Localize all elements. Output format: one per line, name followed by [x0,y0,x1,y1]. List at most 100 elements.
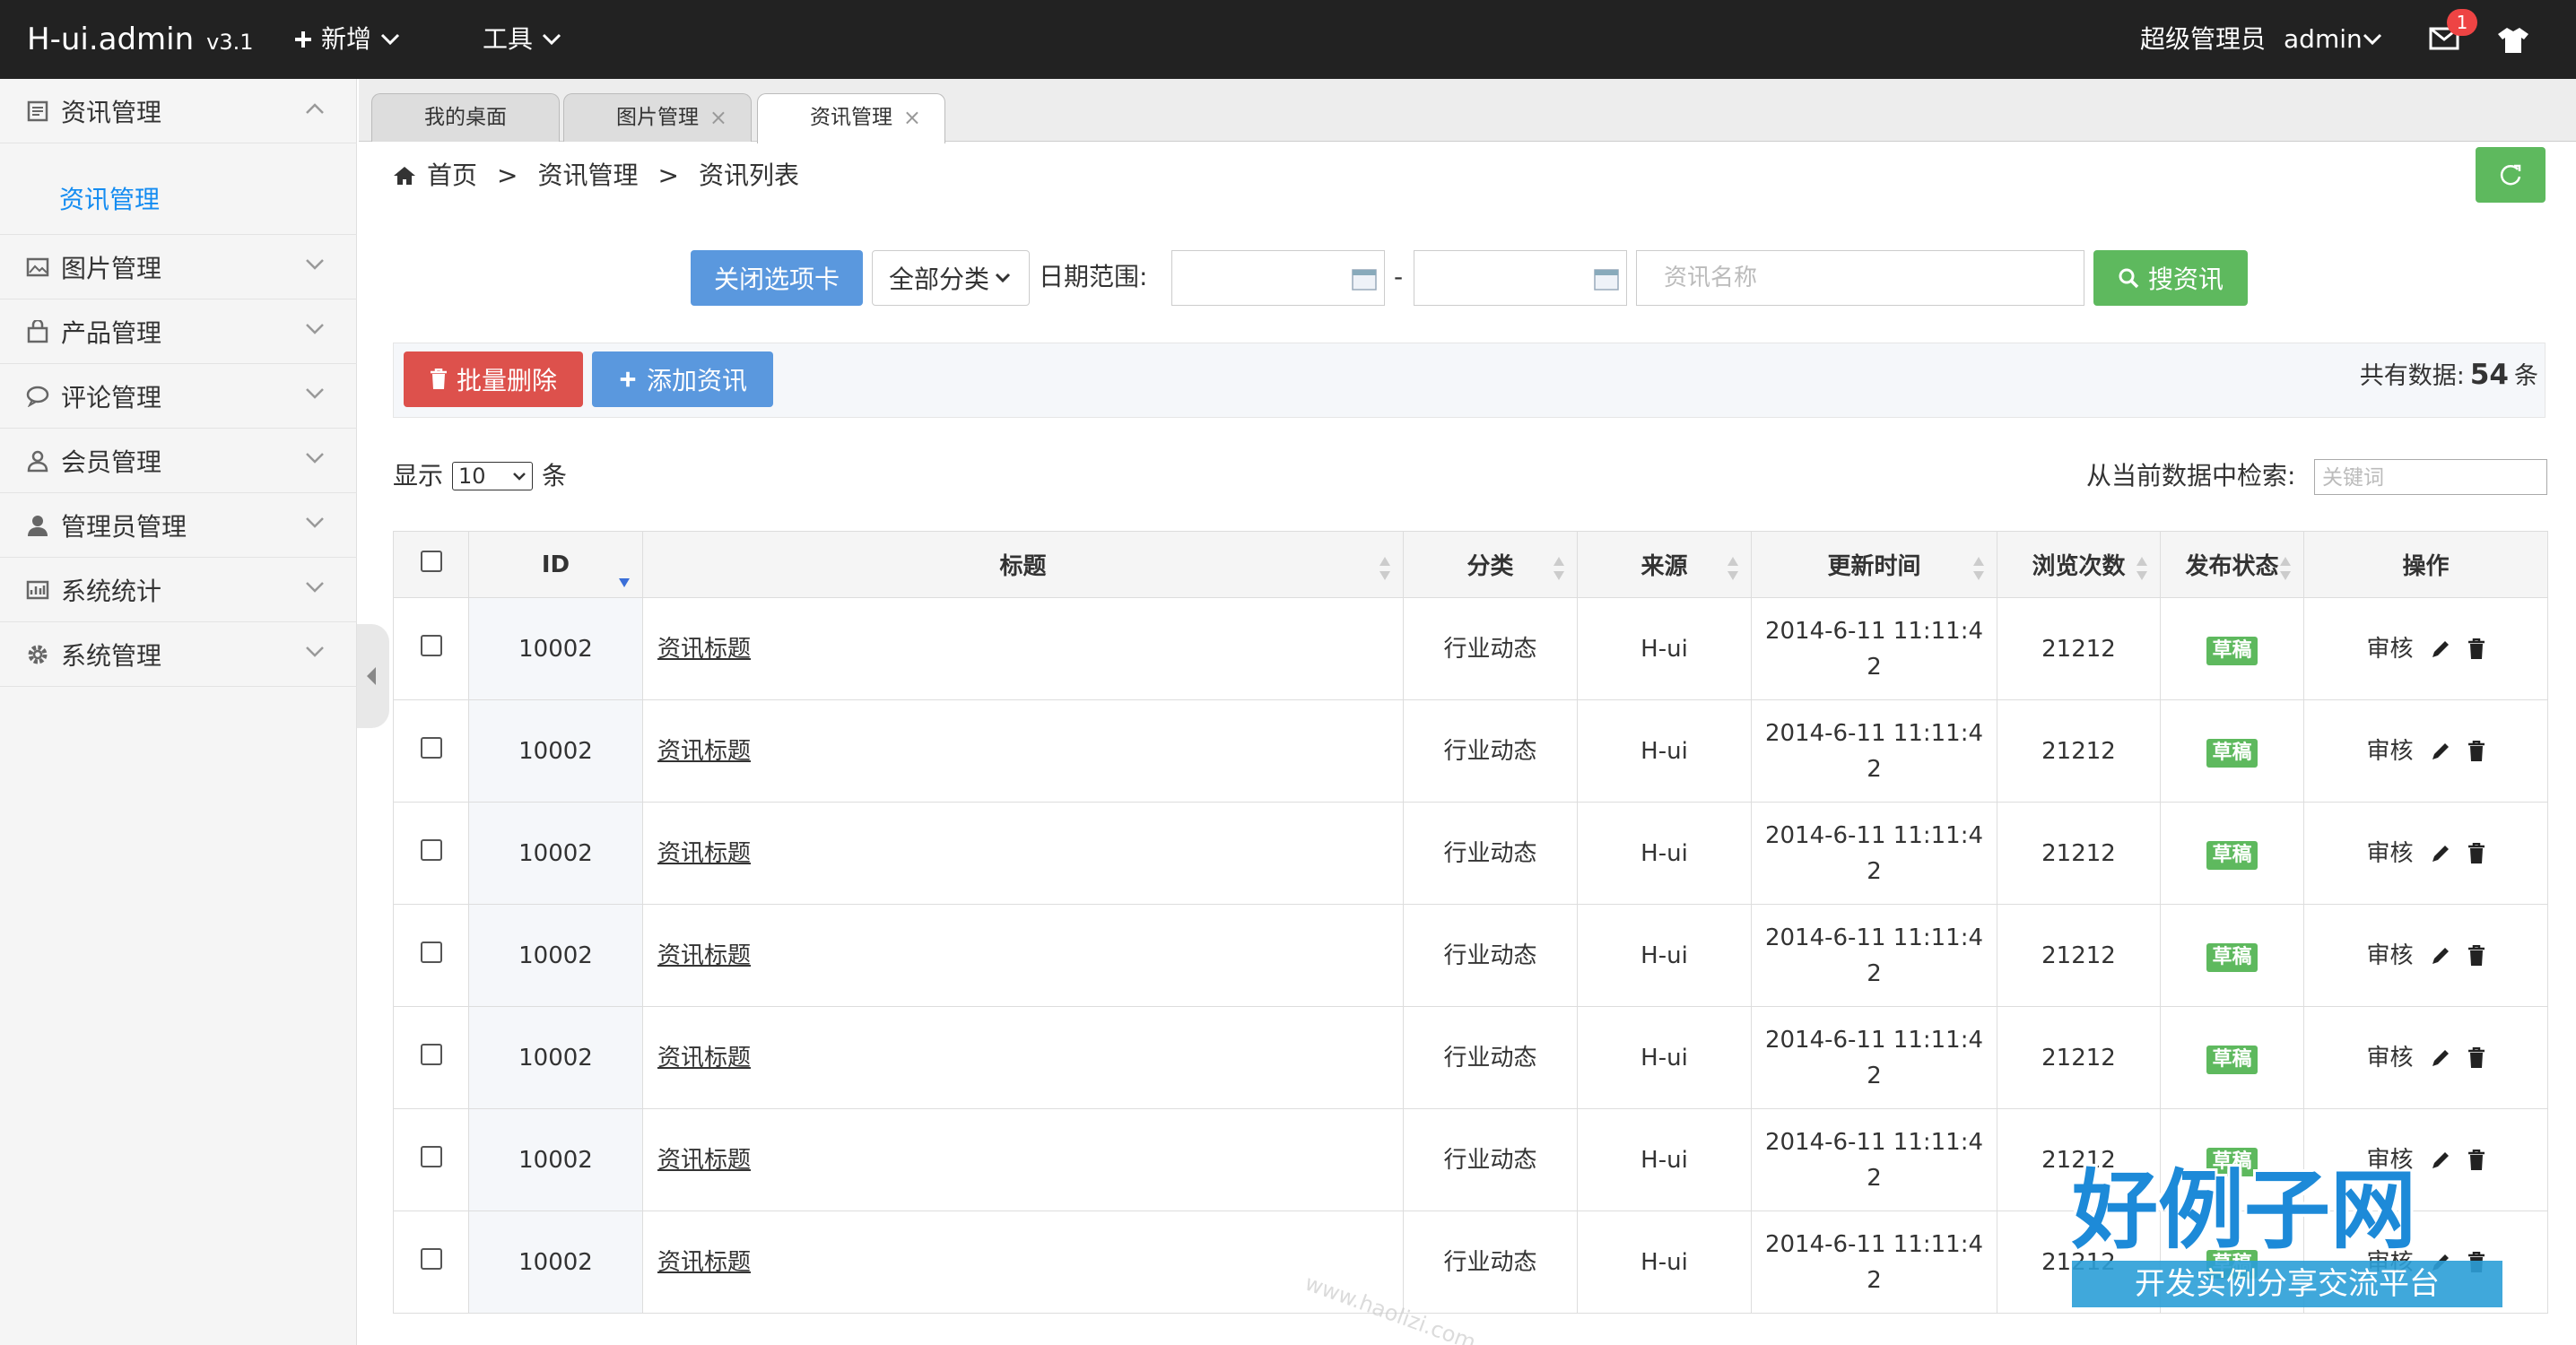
audit-link[interactable]: 审核 [2366,733,2413,769]
user-name: admin [2284,24,2363,54]
col-header-id-label: ID [541,551,570,578]
date-range-label: 日期范围: [1039,262,1148,291]
title-link[interactable]: 资讯标题 [657,1045,751,1072]
chevron-down-icon [306,517,324,528]
row-checkbox[interactable] [420,634,442,656]
audit-link[interactable]: 审核 [2366,631,2413,667]
title-link[interactable]: 资讯标题 [657,840,751,867]
category-select[interactable]: 全部分类 [872,250,1030,306]
col-header-source[interactable]: 来源 [1577,531,1752,598]
col-header-id[interactable]: ID [468,531,643,598]
user-menu[interactable]: 超级管理员 admin [2140,22,2382,57]
status-badge: 草稿 [2206,1045,2258,1074]
trash-icon[interactable] [2467,1046,2485,1069]
row-select-cell [393,699,469,803]
col-header-status-label: 发布状态 [2185,553,2279,580]
date-start-input[interactable] [1171,250,1385,306]
sidebar-item-label: 系统统计 [61,576,162,606]
add-news-button[interactable]: 添加资讯 [592,351,773,407]
cell-views: 21212 [1997,699,2161,803]
breadcrumb-level1[interactable]: 资讯管理 [537,154,638,197]
skin-shirt-icon[interactable] [2497,27,2529,54]
sidebar-item-pictures[interactable]: 图片管理 [0,235,357,299]
page-size-select[interactable]: 10 [452,462,534,490]
edit-icon[interactable] [2430,741,2451,762]
breadcrumb-home[interactable]: 首页 [427,154,477,197]
page-size-suffix: 条 [542,461,568,490]
row-checkbox[interactable] [420,1043,442,1065]
title-link[interactable]: 资讯标题 [657,1147,751,1174]
sidebar-item-admins[interactable]: 管理员管理 [0,493,357,558]
cell-title: 资讯标题 [642,1210,1404,1314]
sidebar-item-system[interactable]: 系统管理 [0,622,357,687]
col-header-status[interactable]: 发布状态 [2160,531,2304,598]
sidebar-subitem-news-manage[interactable]: 资讯管理 [0,165,357,235]
brand-name: H-ui.admin [27,22,195,57]
tab-pictures[interactable]: 图片管理 × [563,93,752,142]
sidebar-collapse-toggle[interactable] [357,624,389,728]
cell-source: H-ui [1577,699,1752,803]
sidebar-item-products[interactable]: 产品管理 [0,299,357,364]
trash-icon[interactable] [2467,638,2485,660]
batch-delete-button[interactable]: 批量删除 [404,351,583,407]
col-header-updated[interactable]: 更新时间 [1751,531,1997,598]
row-checkbox[interactable] [420,736,442,759]
title-link[interactable]: 资讯标题 [657,1249,751,1276]
trash-icon[interactable] [2467,944,2485,967]
add-menu[interactable]: 新增 [292,22,400,57]
plus-icon [295,31,311,48]
date-end-input[interactable] [1414,250,1627,306]
sidebar-item-members[interactable]: 会员管理 [0,429,357,493]
cell-views: 21212 [1997,1006,2161,1109]
trash-icon [430,369,447,389]
sidebar-item-statistics[interactable]: 系统统计 [0,558,357,622]
audit-link[interactable]: 审核 [2366,938,2413,974]
breadcrumb-separator: > [497,161,518,190]
news-name-input[interactable]: 资讯名称 [1636,250,2084,306]
trash-icon[interactable] [2467,740,2485,762]
row-checkbox[interactable] [420,1247,442,1270]
edit-icon[interactable] [2430,1047,2451,1069]
sidebar-item-news[interactable]: 资讯管理 [0,79,357,143]
audit-link[interactable]: 审核 [2366,1040,2413,1076]
title-link[interactable]: 资讯标题 [657,942,751,969]
select-all-checkbox[interactable] [420,551,442,572]
table-filter-input[interactable]: 关键词 [2314,459,2547,495]
col-header-category-label: 分类 [1466,553,1514,580]
col-header-title[interactable]: 标题 [642,531,1404,598]
row-select-cell [393,904,469,1007]
edit-icon[interactable] [2430,843,2451,864]
table-row: 10002 资讯标题 行业动态H-ui2014-6-11 11:11:4221212… [393,904,2548,1007]
cell-source: H-ui [1577,904,1752,1007]
col-header-source-label: 来源 [1640,553,1688,580]
close-tabs-button[interactable]: 关闭选项卡 [691,250,863,306]
audit-link[interactable]: 审核 [2366,836,2413,872]
refresh-button[interactable] [2476,147,2546,203]
col-header-category[interactable]: 分类 [1403,531,1578,598]
message-count-badge: 1 [2447,9,2477,36]
trash-icon[interactable] [2467,842,2485,864]
col-header-views-label: 浏览次数 [2032,553,2126,580]
col-header-views[interactable]: 浏览次数 [1997,531,2161,598]
tools-menu[interactable]: 工具 [483,22,561,57]
row-checkbox[interactable] [420,1145,442,1167]
edit-icon[interactable] [2430,638,2451,660]
title-link[interactable]: 资讯标题 [657,636,751,663]
cell-views: 21212 [1997,802,2161,905]
search-news-button[interactable]: 搜资讯 [2093,250,2248,306]
close-icon[interactable]: × [903,94,921,141]
cell-category: 行业动态 [1403,1210,1578,1314]
sidebar-item-comments[interactable]: 评论管理 [0,364,357,429]
total-label: 共有数据: [2359,362,2465,390]
row-checkbox[interactable] [420,838,442,861]
title-link[interactable]: 资讯标题 [657,738,751,765]
brand-logo[interactable]: H-ui.admin v3.1 [27,20,254,62]
tab-news[interactable]: 资讯管理 × [757,93,945,143]
edit-icon[interactable] [2430,945,2451,967]
chevron-down-icon [542,33,561,46]
tab-desktop[interactable]: 我的桌面 [371,93,560,142]
close-icon[interactable]: × [709,94,727,141]
tab-bar: 我的桌面 图片管理 × 资讯管理 × [359,79,2576,143]
calendar-icon [1594,269,1619,291]
row-checkbox[interactable] [420,941,442,963]
